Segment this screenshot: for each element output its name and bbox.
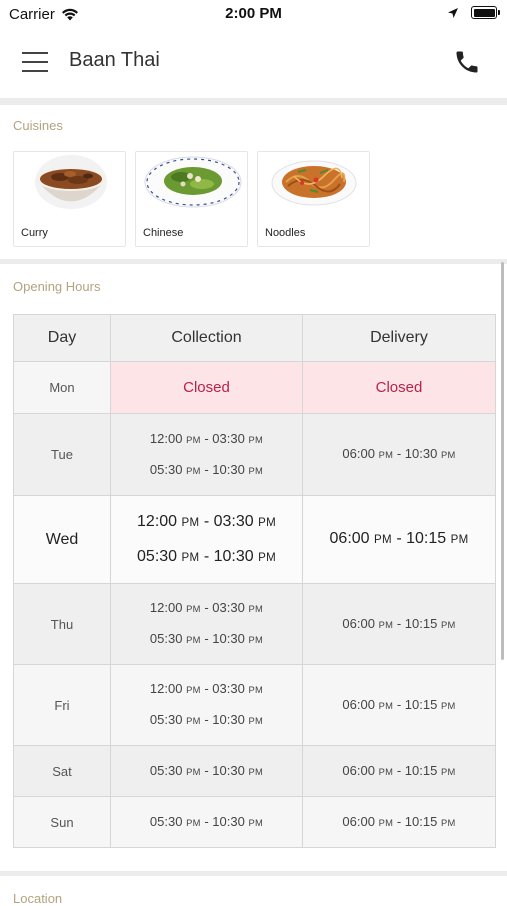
phone-icon[interactable]	[453, 48, 481, 76]
delivery-cell: 06:00 PM - 10:15 PM	[302, 745, 496, 797]
collection-cell: 12:00 PM - 03:30 PM 05:30 PM - 10:30 PM	[110, 583, 303, 665]
time-range: 05:30 PM - 10:30 PM	[137, 547, 276, 565]
collection-cell: 05:30 PM - 10:30 PM	[110, 796, 303, 848]
noodles-image	[271, 160, 357, 206]
table-row-today: Wed 12:00 PM - 03:30 PM 05:30 PM - 10:30…	[13, 495, 496, 584]
app-header: Baan Thai	[0, 30, 507, 98]
opening-hours-title: Opening Hours	[13, 279, 101, 294]
collection-cell: Closed	[110, 361, 303, 414]
time-range: 12:00 PM - 03:30 PM	[149, 681, 264, 696]
delivery-cell: 06:00 PM - 10:15 PM	[302, 583, 496, 665]
table-header-row: Day Collection Delivery	[13, 314, 496, 362]
time-range: 05:30 PM - 10:30 PM	[149, 813, 264, 829]
delivery-cell: 06:00 PM - 10:15 PM	[302, 796, 496, 848]
cuisine-tile-chinese[interactable]: Chinese	[135, 151, 248, 247]
collection-cell: 12:00 PM - 03:30 PM 05:30 PM - 10:30 PM	[110, 413, 303, 496]
chinese-dish-image	[144, 156, 242, 208]
cuisines-section: Cuisines Curry Chinese Noodles	[0, 105, 507, 259]
hamburger-menu-icon[interactable]	[20, 50, 50, 74]
delivery-cell: 06:00 PM - 10:30 PM	[302, 413, 496, 496]
status-bar: Carrier 2:00 PM	[0, 0, 507, 30]
scrollbar[interactable]	[501, 262, 504, 660]
time-range: 05:30 PM - 10:30 PM	[149, 461, 264, 477]
day-cell: Wed	[13, 495, 111, 584]
table-row: Fri 12:00 PM - 03:30 PM 05:30 PM - 10:30…	[13, 664, 496, 746]
collection-cell: 05:30 PM - 10:30 PM	[110, 745, 303, 797]
time-range: 12:00 PM - 03:30 PM	[149, 430, 264, 446]
opening-hours-table: Day Collection Delivery Mon Closed Close…	[13, 314, 496, 848]
battery-icon	[471, 6, 500, 19]
cuisine-tile-curry[interactable]: Curry	[13, 151, 126, 247]
opening-hours-section: Opening Hours Day Collection Delivery Mo…	[0, 264, 507, 871]
time-range: 05:30 PM - 10:30 PM	[149, 762, 264, 778]
time-range: 05:30 PM - 10:30 PM	[149, 712, 264, 727]
table-row: Thu 12:00 PM - 03:30 PM 05:30 PM - 10:30…	[13, 583, 496, 665]
delivery-cell: 06:00 PM - 10:15 PM	[302, 495, 496, 584]
collection-cell: 12:00 PM - 03:30 PM 05:30 PM - 10:30 PM	[110, 495, 303, 584]
delivery-cell: 06:00 PM - 10:15 PM	[302, 664, 496, 746]
day-cell: Thu	[13, 583, 111, 665]
cuisine-label: Noodles	[265, 227, 306, 239]
day-cell: Tue	[13, 413, 111, 496]
status-right	[447, 6, 500, 19]
cuisine-label: Curry	[21, 227, 48, 239]
time-range: 06:00 PM - 10:15 PM	[342, 813, 456, 829]
collection-cell: 12:00 PM - 03:30 PM 05:30 PM - 10:30 PM	[110, 664, 303, 746]
column-header-collection: Collection	[110, 314, 303, 362]
column-header-delivery: Delivery	[302, 314, 496, 362]
time-range: 06:00 PM - 10:15 PM	[342, 696, 456, 712]
time-range: 06:00 PM - 10:15 PM	[329, 530, 469, 547]
status-time: 2:00 PM	[225, 5, 282, 22]
time-range: 06:00 PM - 10:30 PM	[342, 446, 456, 461]
cuisine-label: Chinese	[143, 227, 184, 239]
curry-image	[35, 155, 107, 209]
location-arrow-icon	[448, 7, 458, 18]
table-row: Sat 05:30 PM - 10:30 PM 06:00 PM - 10:15…	[13, 745, 496, 797]
time-range: 12:00 PM - 03:30 PM	[149, 600, 264, 615]
time-range: 06:00 PM - 10:15 PM	[342, 762, 456, 778]
day-cell: Mon	[13, 361, 111, 414]
page-title: Baan Thai	[69, 49, 160, 71]
table-row: Tue 12:00 PM - 03:30 PM 05:30 PM - 10:30…	[13, 413, 496, 496]
time-range: 06:00 PM - 10:15 PM	[342, 615, 456, 631]
day-cell: Fri	[13, 664, 111, 746]
column-header-day: Day	[13, 314, 111, 362]
delivery-cell: Closed	[302, 361, 496, 414]
cuisines-title: Cuisines	[13, 118, 63, 133]
location-section: Location	[0, 876, 507, 906]
time-range: 05:30 PM - 10:30 PM	[149, 631, 264, 646]
table-row: Sun 05:30 PM - 10:30 PM 06:00 PM - 10:15…	[13, 796, 496, 848]
location-title: Location	[13, 891, 63, 906]
day-cell: Sun	[13, 796, 111, 848]
cuisine-tile-noodles[interactable]: Noodles	[257, 151, 370, 247]
time-range: 12:00 PM - 03:30 PM	[137, 512, 276, 530]
day-cell: Sat	[13, 745, 111, 797]
table-row: Mon Closed Closed	[13, 361, 496, 414]
